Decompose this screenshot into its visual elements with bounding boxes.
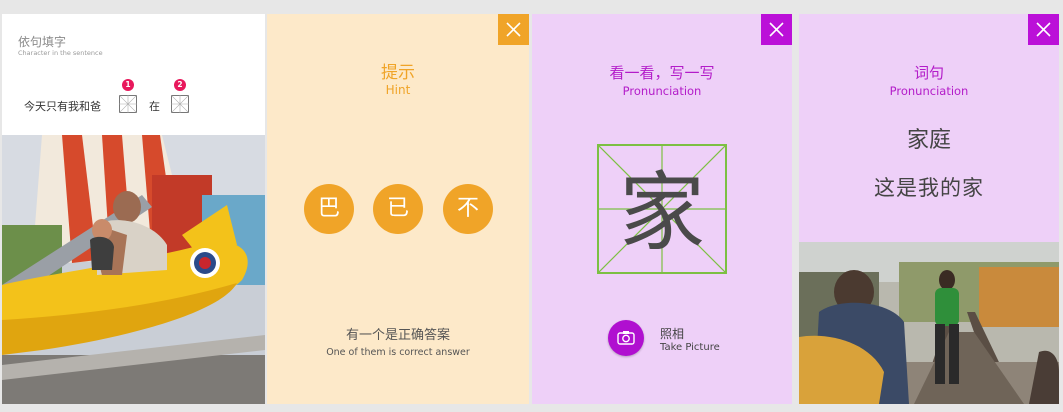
close-icon <box>506 22 521 37</box>
fill-in-sentence-card: 依句填字 Character in the sentence 今天只有我和爸 1… <box>2 14 265 404</box>
close-icon <box>1036 22 1051 37</box>
answer-blank-2[interactable] <box>171 95 189 113</box>
close-button[interactable] <box>498 14 529 45</box>
close-button[interactable] <box>1028 14 1059 45</box>
answer-option-1[interactable]: 巴 <box>304 184 354 234</box>
sentence-middle-word: 在 <box>149 100 160 113</box>
word-sentence-card: 词句 Pronunciation 家庭 这是我的家 <box>799 14 1059 404</box>
hint-card: 提示 Hint 巴 已 不 有一个是正确答案 One of them is co… <box>267 14 529 404</box>
card-title: 依句填字 <box>18 35 67 49</box>
blank-number-badge: 1 <box>122 79 134 91</box>
answer-option-2[interactable]: 已 <box>373 184 423 234</box>
hint-title: 提示 <box>381 63 415 83</box>
word-title: 词句 <box>913 64 944 82</box>
hint-instruction-en: One of them is correct answer <box>326 347 470 358</box>
close-icon <box>769 22 784 37</box>
carnival-ride-photo <box>2 135 265 404</box>
word-subtitle: Pronunciation <box>889 84 969 98</box>
take-picture-label-en: Take Picture <box>660 342 720 353</box>
blank-number-badge: 2 <box>174 79 186 91</box>
take-picture-label-cn: 照相 <box>660 327 685 341</box>
family-walking-photo <box>799 242 1059 404</box>
practice-subtitle: Pronunciation <box>622 84 702 98</box>
writing-practice-card: 看一看，写一写 Pronunciation 家 照相 Take Picture <box>532 14 792 404</box>
practice-title: 看一看，写一写 <box>609 64 715 82</box>
hint-instruction-cn: 有一个是正确答案 <box>345 328 450 343</box>
hint-subtitle: Hint <box>385 83 411 97</box>
card-subtitle: Character in the sentence <box>18 49 103 57</box>
vocabulary-word: 家庭 <box>906 128 951 153</box>
answer-blank-1[interactable] <box>119 95 137 113</box>
answer-option-3[interactable]: 不 <box>443 184 493 234</box>
take-picture-button[interactable] <box>608 320 644 356</box>
sentence-text: 今天只有我和爸 <box>24 100 101 113</box>
practice-character: 家 <box>619 163 705 263</box>
character-writing-grid[interactable]: 家 <box>597 144 727 274</box>
camera-icon <box>617 331 635 345</box>
example-sentence: 这是我的家 <box>874 176 984 200</box>
close-button[interactable] <box>761 14 792 45</box>
